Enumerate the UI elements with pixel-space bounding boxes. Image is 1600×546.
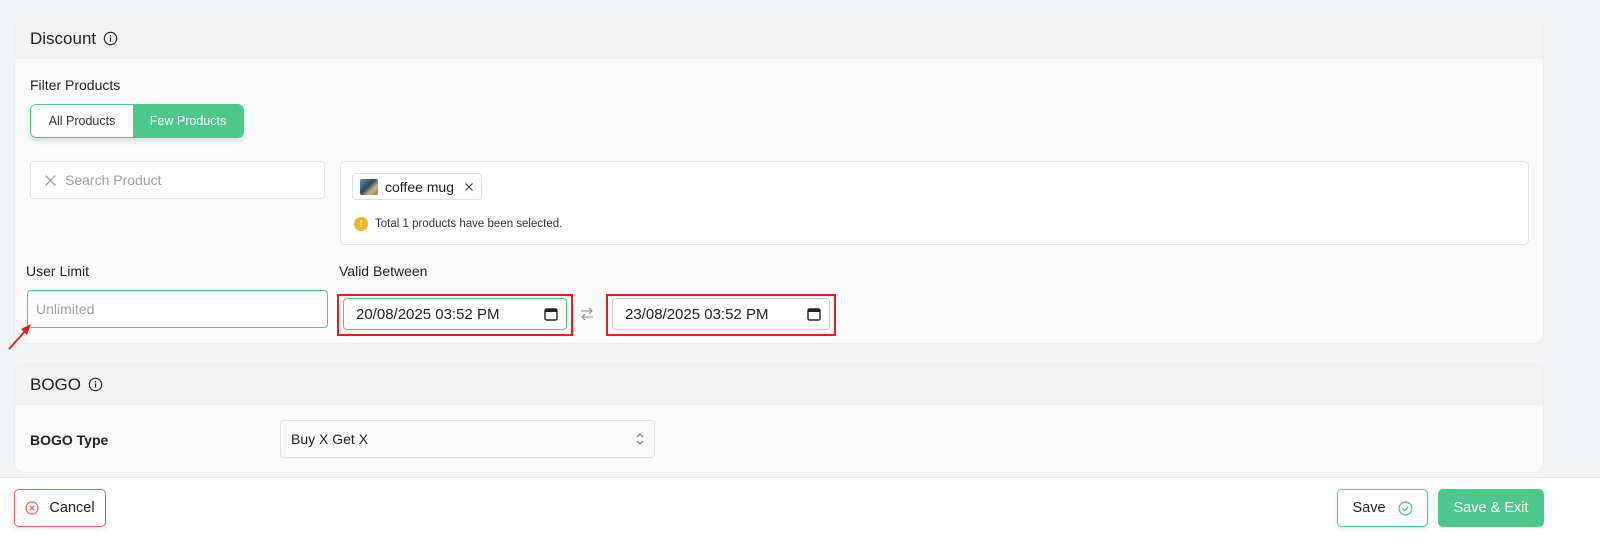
clear-icon[interactable] [44,174,65,187]
bogo-header: BOGO [15,364,1543,405]
start-date-value: 20/08/2025 03:52 PM [356,305,500,323]
user-limit-label: User Limit [26,263,90,279]
info-icon[interactable] [103,31,118,46]
discount-card: Discount Filter Products All Products Fe… [14,17,1544,344]
save-button-label: Save [1352,500,1386,516]
save-button[interactable]: Save [1337,489,1428,527]
product-thumbnail [360,178,378,195]
end-date-highlight: 23/08/2025 03:52 PM [606,294,836,336]
calendar-icon[interactable] [544,307,558,325]
remove-tag-icon[interactable] [464,182,474,192]
search-product-placeholder: Search Product [65,172,162,188]
bogo-type-value: Buy X Get X [291,431,369,447]
chevron-updown-icon [635,432,645,449]
scrollbar-track[interactable] [1563,0,1600,477]
warning-icon: ! [354,217,368,231]
discount-header: Discount [15,18,1543,59]
product-tag: coffee mug [352,173,483,200]
bogo-title: BOGO [30,374,82,394]
annotation-arrow-icon [8,324,31,350]
calendar-icon[interactable] [807,307,821,325]
save-and-exit-button[interactable]: Save & Exit [1438,489,1544,527]
end-date-input[interactable]: 23/08/2025 03:52 PM [612,298,830,330]
info-icon[interactable] [88,377,103,392]
filter-few-products-button[interactable]: Few Products [133,105,243,137]
bogo-type-select[interactable]: Buy X Get X [280,420,655,458]
selected-products-box: coffee mug ! Total 1 products have been … [340,161,1529,245]
filter-all-products-button[interactable]: All Products [31,105,133,137]
start-date-highlight: 20/08/2025 03:52 PM [337,294,573,336]
selection-note: ! Total 1 products have been selected. [354,217,562,231]
cancel-circle-icon [25,501,40,515]
search-product-field[interactable]: Search Product [30,161,325,199]
save-and-exit-label: Save & Exit [1453,500,1529,516]
user-limit-input[interactable] [27,290,328,328]
selection-note-text: Total 1 products have been selected. [375,218,563,230]
check-circle-icon [1397,500,1413,516]
product-tag-label: coffee mug [385,178,455,195]
footer-bar: Cancel Save Save & Exit [0,477,1600,546]
bogo-card: BOGO BOGO Type Buy X Get X [14,363,1544,473]
valid-between-label: Valid Between [339,263,428,279]
filter-segmented-control: All Products Few Products [30,104,244,138]
bogo-type-label: BOGO Type [30,432,109,448]
start-date-input[interactable]: 20/08/2025 03:52 PM [343,298,567,330]
cancel-button[interactable]: Cancel [14,489,106,527]
swap-icon [579,306,595,322]
cancel-button-label: Cancel [49,500,95,516]
filter-products-label: Filter Products [30,77,121,93]
discount-title: Discount [30,28,97,48]
end-date-value: 23/08/2025 03:52 PM [625,305,769,323]
